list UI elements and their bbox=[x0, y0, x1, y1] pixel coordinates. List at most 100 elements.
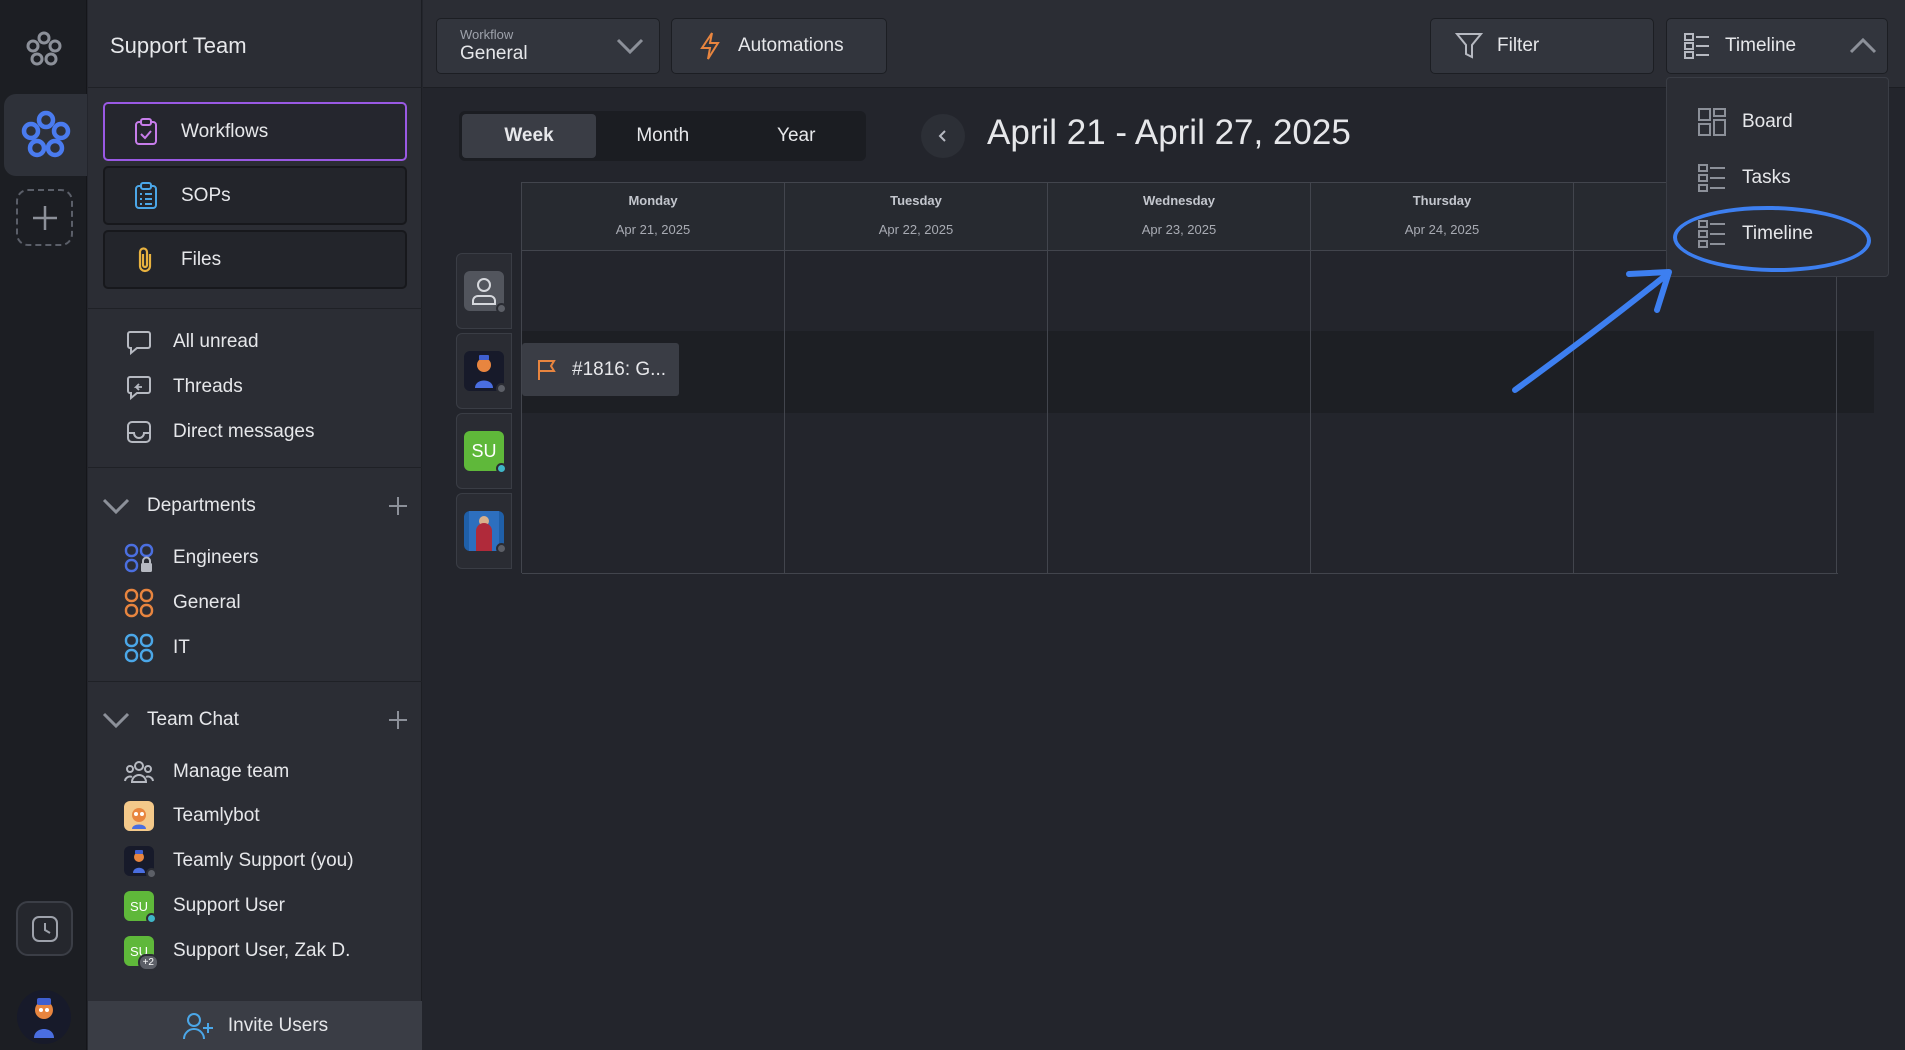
channel-icon bbox=[124, 633, 154, 663]
nav-label: Files bbox=[181, 248, 222, 270]
range-tab-month[interactable]: Month bbox=[596, 114, 730, 158]
annotation-arrow-icon bbox=[1512, 269, 1672, 393]
direct-messages-item[interactable]: Direct messages bbox=[124, 415, 315, 449]
app-logo-icon[interactable] bbox=[22, 28, 66, 72]
chevron-up-icon bbox=[1847, 32, 1879, 60]
day-name: Tuesday bbox=[890, 193, 942, 208]
support-user-avatar: SU bbox=[124, 891, 157, 924]
user-avatar[interactable] bbox=[17, 990, 71, 1044]
timeline-user-row[interactable]: SU bbox=[456, 413, 512, 489]
day-date: Apr 22, 2025 bbox=[878, 222, 954, 237]
departments-section-header[interactable]: Departments bbox=[100, 490, 410, 522]
divider bbox=[88, 467, 422, 468]
timeline-user-row[interactable] bbox=[456, 333, 512, 409]
menu-item-label: Tasks bbox=[1742, 167, 1791, 188]
group-avatar: SU +2 bbox=[124, 936, 159, 971]
offline-status-dot bbox=[496, 383, 507, 394]
board-icon bbox=[1697, 107, 1727, 137]
group-chat-item[interactable]: SU +2 Support User, Zak D. bbox=[124, 934, 351, 971]
item-label: Teamlybot bbox=[173, 805, 260, 826]
item-label: General bbox=[173, 592, 241, 613]
workflow-select-label: Workflow bbox=[460, 27, 514, 42]
avatar-initials: SU bbox=[129, 898, 149, 914]
clock-icon[interactable] bbox=[16, 901, 73, 956]
view-menu-item-tasks[interactable]: Tasks bbox=[1697, 161, 1791, 195]
support-user-avatar: SU bbox=[464, 431, 507, 474]
range-segmented-control: Week Month Year bbox=[459, 111, 866, 161]
default-user-icon bbox=[464, 271, 507, 314]
online-status-dot bbox=[496, 463, 507, 474]
teamlybot-avatar bbox=[124, 801, 154, 831]
department-it[interactable]: IT bbox=[124, 631, 190, 665]
clipboard-check-icon bbox=[131, 117, 161, 147]
workspace-rail bbox=[0, 0, 87, 1050]
day-header-wednesday: Wednesday Apr 23, 2025 bbox=[1048, 183, 1311, 251]
tasks-list-icon bbox=[1697, 163, 1727, 193]
offline-status-dot bbox=[146, 868, 157, 879]
add-department-icon[interactable] bbox=[386, 494, 410, 518]
add-user-icon bbox=[182, 1012, 213, 1039]
nav-files-button[interactable]: Files bbox=[103, 230, 407, 289]
chevron-down-icon bbox=[100, 704, 132, 736]
filter-button[interactable]: Filter bbox=[1430, 18, 1654, 74]
item-label: Threads bbox=[173, 376, 243, 397]
channel-icon bbox=[124, 588, 154, 618]
top-bar: Workflow General Automations Filter Time… bbox=[423, 0, 1905, 88]
add-chat-icon[interactable] bbox=[386, 708, 410, 732]
manage-team-item[interactable]: Manage team bbox=[124, 755, 289, 789]
nav-sops-button[interactable]: SOPs bbox=[103, 166, 407, 225]
support-user-item[interactable]: SU Support User bbox=[124, 889, 285, 924]
filter-label: Filter bbox=[1497, 35, 1540, 56]
item-label: Direct messages bbox=[173, 421, 315, 442]
range-tab-week[interactable]: Week bbox=[462, 114, 596, 158]
day-header-thursday: Thursday Apr 24, 2025 bbox=[1311, 183, 1574, 251]
range-tab-year[interactable]: Year bbox=[730, 114, 864, 158]
task-label: #1816: G... bbox=[572, 358, 667, 380]
day-name: Monday bbox=[628, 193, 678, 208]
team-name[interactable]: Support Team bbox=[110, 33, 247, 59]
all-unread-item[interactable]: All unread bbox=[124, 325, 259, 359]
invite-users-button[interactable]: Invite Users bbox=[88, 1001, 422, 1050]
view-switcher-button[interactable]: Timeline bbox=[1666, 18, 1888, 74]
invite-label: Invite Users bbox=[227, 1014, 329, 1036]
day-date: Apr 24, 2025 bbox=[1404, 222, 1480, 237]
inbox-icon bbox=[124, 417, 154, 447]
item-label: Support User, Zak D. bbox=[173, 940, 351, 961]
divider bbox=[88, 681, 422, 682]
day-header-tuesday: Tuesday Apr 22, 2025 bbox=[785, 183, 1048, 251]
view-menu-item-board[interactable]: Board bbox=[1697, 105, 1793, 139]
automations-label: Automations bbox=[738, 35, 844, 56]
previous-week-button[interactable] bbox=[921, 114, 965, 158]
task-bar[interactable]: #1816: G... bbox=[522, 343, 679, 396]
checklist-icon bbox=[131, 181, 161, 211]
item-label: Engineers bbox=[173, 547, 259, 568]
team-chat-section-header[interactable]: Team Chat bbox=[100, 704, 410, 736]
automations-button[interactable]: Automations bbox=[671, 18, 887, 74]
item-label: Manage team bbox=[173, 761, 290, 782]
divider bbox=[88, 87, 422, 88]
teamlybot-item[interactable]: Teamlybot bbox=[124, 799, 260, 833]
nav-label: SOPs bbox=[181, 184, 231, 206]
workspace-support-team-icon[interactable] bbox=[4, 94, 87, 176]
offline-status-dot bbox=[496, 543, 507, 554]
day-header-monday: Monday Apr 21, 2025 bbox=[522, 183, 785, 251]
lightning-icon bbox=[698, 31, 722, 61]
workflow-select[interactable]: Workflow General bbox=[436, 18, 660, 74]
avatar-initials: SU bbox=[471, 440, 497, 461]
chat-bubble-icon bbox=[124, 327, 154, 357]
day-name: Thursday bbox=[1412, 193, 1472, 208]
add-workspace-button[interactable] bbox=[16, 189, 73, 246]
threads-item[interactable]: Threads bbox=[124, 370, 243, 404]
section-title: Departments bbox=[147, 495, 256, 516]
timeline-icon bbox=[1683, 32, 1711, 60]
timeline-user-row[interactable] bbox=[456, 253, 512, 329]
department-general[interactable]: General bbox=[124, 586, 241, 620]
grid-line bbox=[1836, 251, 1837, 573]
department-engineers[interactable]: Engineers bbox=[124, 541, 259, 575]
day-date: Apr 23, 2025 bbox=[1141, 222, 1217, 237]
timeline-user-row[interactable] bbox=[456, 493, 512, 569]
flag-icon bbox=[536, 358, 558, 382]
grid-line bbox=[784, 251, 785, 573]
nav-workflows-button[interactable]: Workflows bbox=[103, 102, 407, 161]
teamly-support-item[interactable]: Teamly Support (you) bbox=[124, 844, 354, 879]
